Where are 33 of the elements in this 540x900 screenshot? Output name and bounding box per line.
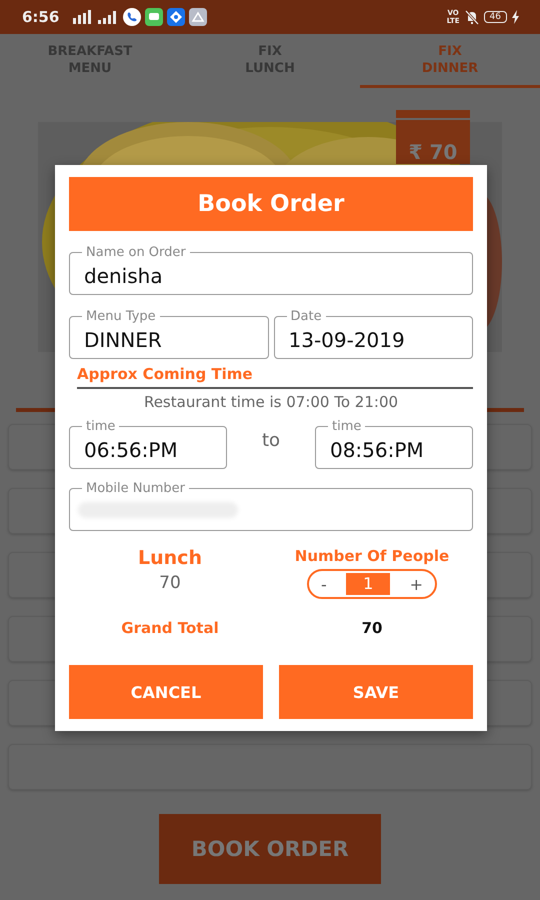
date-field[interactable]: Date 13-09-2019 [274, 309, 473, 359]
quantity-value: 1 [346, 573, 390, 595]
item-price: 70 [159, 573, 181, 593]
phone-icon [123, 8, 142, 26]
plus-button[interactable]: + [410, 574, 423, 594]
hours-note: Restaurant time is 07:00 To 21:00 [142, 393, 400, 411]
section-title: Approx Coming Time [77, 365, 473, 389]
menu-type-field[interactable]: Menu Type DINNER [69, 309, 268, 359]
app-icon [189, 8, 208, 26]
battery-indicator: 46 [484, 11, 507, 23]
clock-time: 6:56 [22, 8, 60, 26]
field-value[interactable]: 13-09-2019 [288, 328, 458, 352]
charging-icon [511, 10, 520, 24]
grand-total-label: Grand Total [121, 619, 219, 637]
name-field[interactable]: Name on Order denisha [69, 245, 473, 295]
message-icon [145, 8, 164, 26]
mobile-number-field[interactable]: Mobile Number [69, 481, 473, 531]
to-label: to [262, 430, 280, 450]
signal-icon [71, 10, 94, 24]
app-icon [167, 8, 186, 26]
dialog-title: Book Order [69, 177, 473, 231]
bell-off-icon [464, 9, 480, 25]
price-tag: ₹ 70 [396, 110, 470, 164]
minus-button[interactable]: - [321, 574, 327, 594]
time-field[interactable]: time 06:56:PM [69, 419, 227, 469]
field-value[interactable]: 06:56:PM [84, 438, 212, 462]
time-field[interactable]: time 08:56:PM [314, 419, 473, 469]
field-value[interactable]: DINNER [84, 328, 254, 352]
field-value[interactable]: 08:56:PM [330, 438, 458, 462]
item-label: Lunch [138, 547, 202, 569]
people-label: Number Of People [294, 547, 450, 565]
grand-total-value: 70 [362, 619, 382, 637]
field-value[interactable]: denisha [84, 264, 458, 288]
